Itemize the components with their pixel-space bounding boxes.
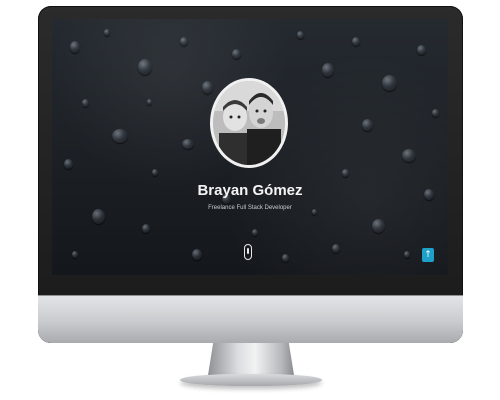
water-drop (432, 109, 439, 117)
water-drop (372, 219, 385, 233)
water-drop (402, 149, 416, 162)
water-drop (382, 75, 397, 91)
mockup-scene: Brayan Gómez Freelance Full Stack Develo… (0, 0, 500, 400)
water-drop (112, 129, 128, 143)
monitor-stand (208, 343, 294, 375)
monitor-chin (38, 295, 463, 343)
water-drop (322, 63, 334, 77)
profile-title: Freelance Full Stack Developer (208, 205, 292, 211)
back-to-top-button[interactable]: ↑ (422, 248, 434, 262)
water-drop (104, 29, 110, 36)
water-drop (352, 37, 360, 46)
water-drop (252, 229, 258, 236)
water-drop (417, 45, 426, 55)
monitor-chin-edge (38, 295, 463, 296)
water-drop (332, 244, 340, 253)
water-drop (64, 159, 73, 169)
water-drop (232, 49, 241, 59)
water-drop (202, 81, 213, 94)
water-drop (362, 119, 373, 131)
water-drop (404, 251, 410, 258)
water-drop (72, 251, 78, 258)
water-drop (297, 31, 304, 39)
water-drop (82, 99, 89, 107)
monitor-stand-base (180, 374, 322, 386)
profile-name: Brayan Gómez (197, 182, 303, 199)
water-drop (70, 41, 80, 53)
water-drop (182, 139, 194, 149)
water-drop (424, 189, 434, 200)
water-drop (180, 37, 188, 46)
water-drop (152, 169, 158, 176)
avatar-photo (213, 81, 285, 165)
water-drop (342, 169, 349, 177)
water-drop (92, 209, 105, 224)
avatar (210, 78, 288, 168)
water-drop (142, 224, 150, 233)
water-drop (282, 254, 289, 262)
arrow-up-icon: ↑ (424, 249, 432, 260)
water-drop (147, 99, 152, 105)
water-drop (192, 249, 202, 260)
mouse-scroll-icon[interactable] (244, 244, 252, 260)
water-drop (138, 59, 152, 75)
